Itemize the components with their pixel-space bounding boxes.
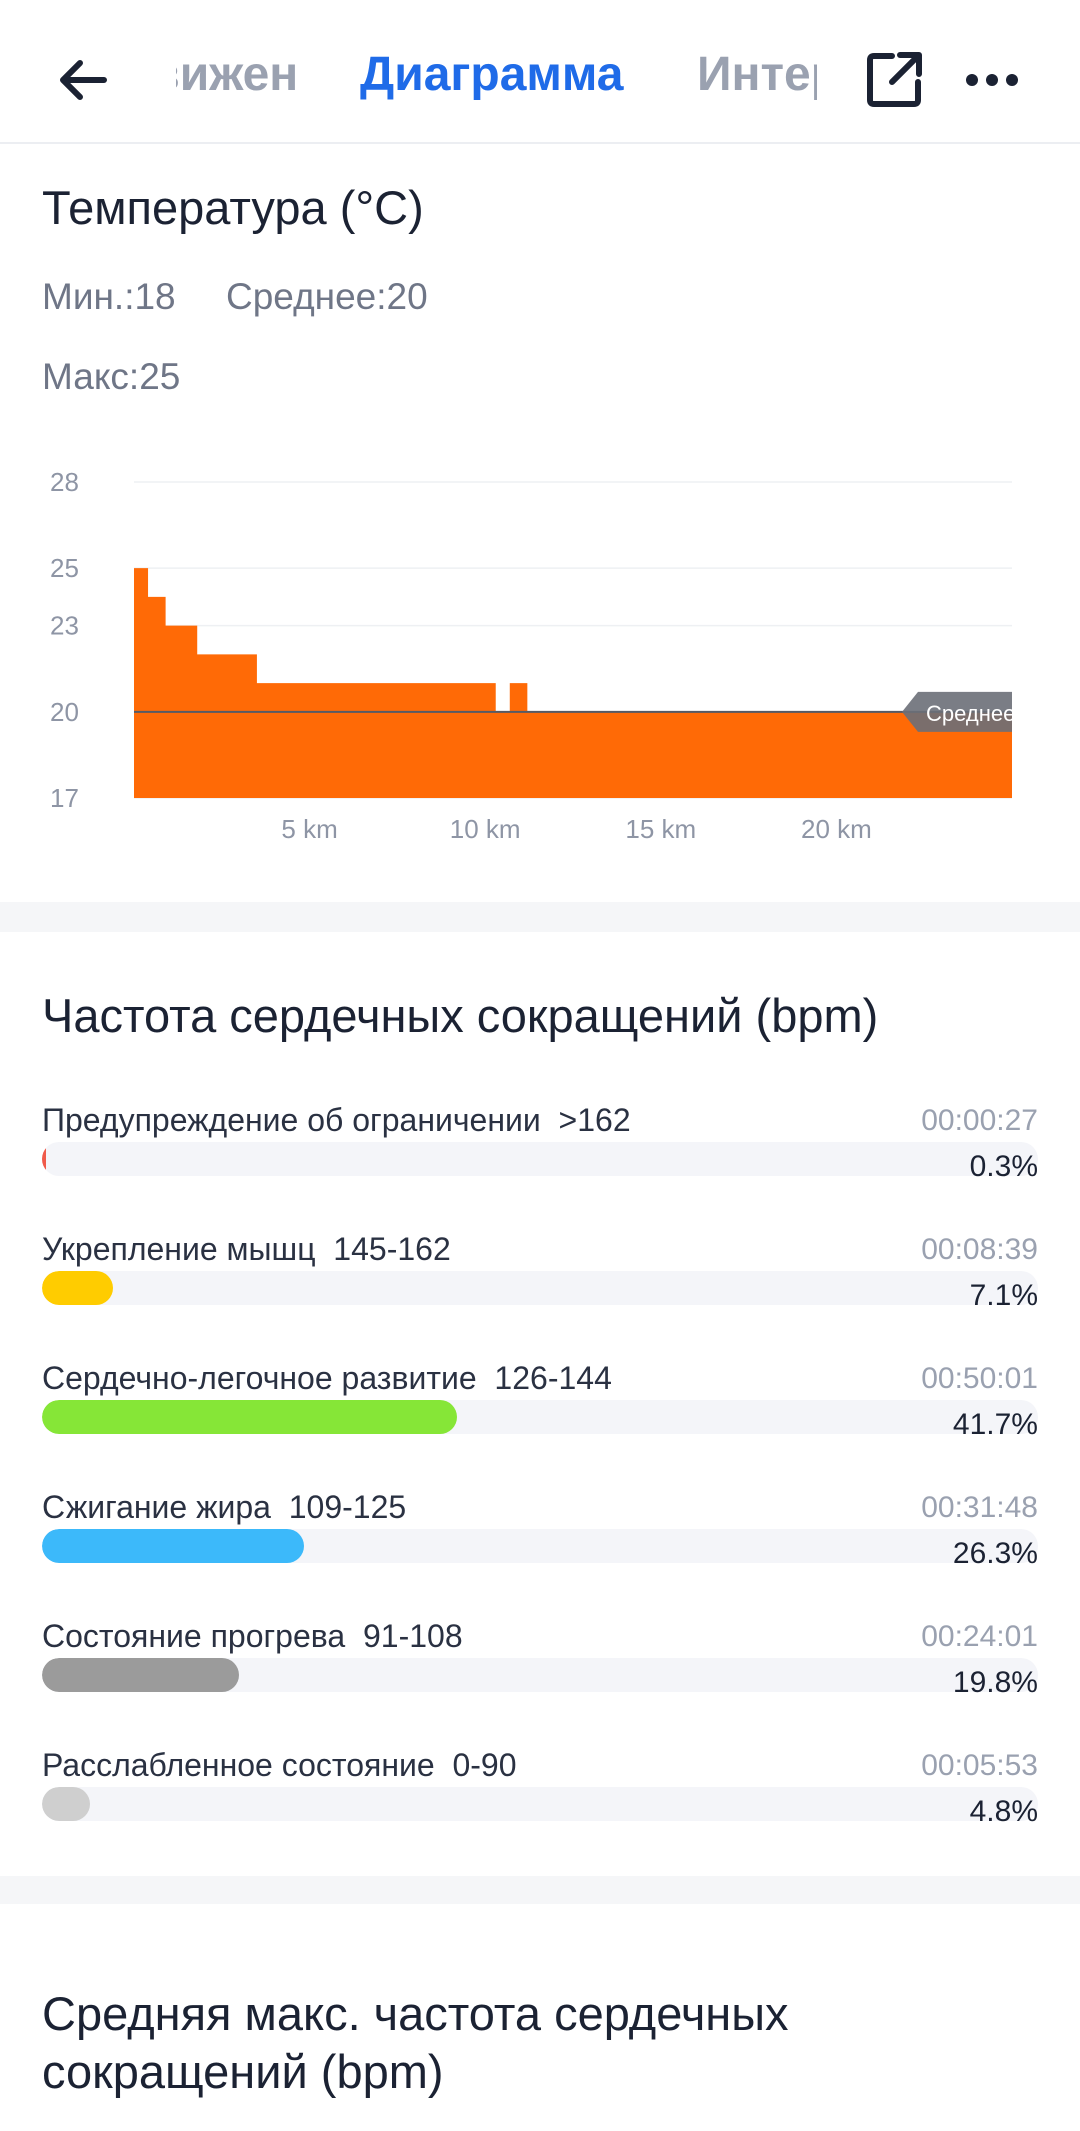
temperature-min: Мин.:18 bbox=[42, 276, 176, 317]
hr-zone-row: Предупреждение об ограничении >162 00:00:… bbox=[42, 1102, 1038, 1202]
hr-zone-bar-fill bbox=[42, 1658, 240, 1692]
y-tick-label: 23 bbox=[50, 611, 79, 641]
hr-zone-time: 00:05:53 bbox=[921, 1749, 1038, 1782]
x-tick-label: 15 km bbox=[625, 814, 696, 844]
hr-zone-time: 00:24:01 bbox=[921, 1620, 1038, 1653]
hr-zone-percent: 7.1% bbox=[969, 1279, 1038, 1312]
temperature-chart-svg: 17 20 23 25 28 Среднее 5 km 10 km 15 km 20 km bbox=[50, 467, 1015, 844]
more-icon[interactable] bbox=[964, 60, 1020, 100]
section-divider bbox=[0, 1876, 1080, 1904]
hr-zone-bar-track bbox=[42, 1787, 1038, 1821]
share-icon[interactable] bbox=[866, 50, 924, 108]
temperature-chart: 17 20 23 25 28 Среднее 5 km 10 km 15 km 20 km bbox=[0, 440, 1080, 860]
tab-chart[interactable]: Диаграмма bbox=[360, 47, 623, 102]
hr-zone-row: Расслабленное состояние 0-90 00:05:53 4.8% bbox=[42, 1747, 1038, 1847]
y-tick-label: 20 bbox=[50, 697, 79, 727]
x-tick-label: 5 km bbox=[281, 814, 337, 844]
hr-zone-label: Предупреждение об ограничении >162 bbox=[42, 1102, 631, 1138]
hr-zone-row: Укрепление мышц 145-162 00:08:39 7.1% bbox=[42, 1231, 1038, 1331]
hr-zone-row: Сжигание жира 109-125 00:31:48 26.3% bbox=[42, 1489, 1038, 1589]
hr-zone-row: Состояние прогрева 91-108 00:24:01 19.8% bbox=[42, 1618, 1038, 1718]
average-label: Среднее bbox=[926, 701, 1015, 726]
hr-zone-label: Состояние прогрева 91-108 bbox=[42, 1618, 463, 1654]
back-arrow-icon[interactable] bbox=[54, 50, 114, 110]
hr-zone-bar-track bbox=[42, 1529, 1038, 1563]
y-tick-label: 17 bbox=[50, 783, 79, 813]
y-tick-label: 25 bbox=[50, 553, 79, 583]
hr-zone-time: 00:50:01 bbox=[921, 1362, 1038, 1395]
tab-movement[interactable]: Движение bbox=[176, 47, 296, 102]
hr-zone-bar-fill bbox=[42, 1142, 46, 1176]
hr-zone-percent: 41.7% bbox=[952, 1408, 1038, 1441]
hr-zone-percent: 4.8% bbox=[969, 1795, 1038, 1828]
tab-intervals[interactable]: Интервалы bbox=[697, 47, 817, 102]
hr-zone-label: Расслабленное состояние 0-90 bbox=[42, 1747, 517, 1783]
hr-zone-bar-fill bbox=[42, 1271, 113, 1305]
hr-zone-bar-track bbox=[42, 1271, 1038, 1305]
hr-zone-bar-track bbox=[42, 1142, 1038, 1176]
heart-rate-title: Частота сердечных сокращений (bpm) bbox=[42, 989, 879, 1042]
temperature-avg: Среднее:20 bbox=[226, 276, 428, 317]
section-divider bbox=[0, 902, 1080, 932]
hr-zone-label: Укрепление мышц 145-162 bbox=[42, 1231, 451, 1267]
hr-zone-label: Сжигание жира 109-125 bbox=[42, 1489, 407, 1525]
hr-zone-bar-fill bbox=[42, 1787, 90, 1821]
avg-max-hr-title: Средняя макс. частота сердечных сокращен… bbox=[42, 1987, 789, 2098]
hr-zone-percent: 0.3% bbox=[969, 1150, 1038, 1183]
x-tick-label: 20 km bbox=[801, 814, 872, 844]
hr-zone-bar-fill bbox=[42, 1400, 458, 1434]
x-tick-label: 10 km bbox=[450, 814, 521, 844]
temperature-max: Макс:25 bbox=[42, 356, 181, 397]
hr-zone-percent: 19.8% bbox=[952, 1666, 1038, 1699]
hr-zone-time: 00:00:27 bbox=[921, 1104, 1038, 1137]
hr-zone-percent: 26.3% bbox=[952, 1537, 1038, 1570]
hr-zone-label: Сердечно-легочное развитие 126-144 bbox=[42, 1360, 612, 1396]
temperature-area bbox=[134, 568, 1012, 798]
hr-zone-time: 00:08:39 bbox=[921, 1233, 1038, 1266]
hr-zone-bar-fill bbox=[42, 1529, 304, 1563]
temperature-title: Температура (°C) bbox=[42, 181, 424, 234]
hr-zone-bar-track bbox=[42, 1400, 1038, 1434]
hr-zone-row: Сердечно-легочное развитие 126-144 00:50:… bbox=[42, 1360, 1038, 1460]
hr-zone-bar-track bbox=[42, 1658, 1038, 1692]
y-tick-label: 28 bbox=[50, 467, 79, 497]
hr-zone-time: 00:31:48 bbox=[921, 1491, 1038, 1524]
top-bar: Движение Диаграмма Интервалы bbox=[0, 0, 1080, 144]
